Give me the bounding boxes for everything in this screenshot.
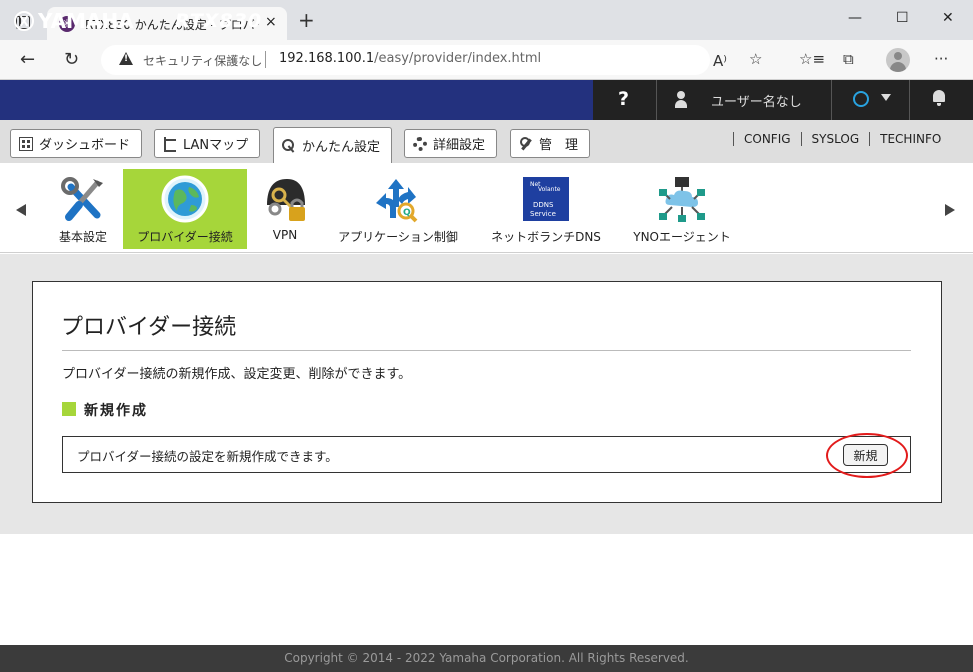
- tab-dashboard[interactable]: ダッシュボード: [10, 129, 142, 158]
- page-description: プロバイダー接続の新規作成、設定変更、削除ができます。: [62, 367, 412, 382]
- help-icon[interactable]: ?: [618, 88, 629, 110]
- tab-label: 管 理: [539, 138, 579, 153]
- url-separator: [265, 51, 266, 68]
- yamaha-mark-icon: [14, 11, 34, 31]
- address-bar: ← ↻ セキュリティ保護なし 192.168.100.1/easy/provid…: [0, 40, 973, 80]
- tab-management[interactable]: 管 理: [510, 129, 590, 158]
- globe-icon: [161, 175, 209, 223]
- ddns-logo-text: DDNS: [533, 201, 554, 209]
- easy-setup-icon: [282, 138, 296, 153]
- lan-map-icon: [163, 136, 177, 152]
- scroll-right-icon[interactable]: [945, 204, 955, 216]
- close-tab-icon[interactable]: ×: [265, 14, 277, 30]
- subnav-label: 基本設定: [58, 230, 107, 244]
- profile-avatar[interactable]: [886, 48, 910, 72]
- subnav-label: プロバイダー接続: [137, 230, 233, 244]
- dashboard-icon: [19, 136, 33, 151]
- maximize-icon[interactable]: ☐: [896, 10, 909, 26]
- url-field[interactable]: セキュリティ保護なし 192.168.100.1/easy/provider/i…: [101, 45, 727, 75]
- subnav-netvolante-dns[interactable]: Net Volante DDNS Service ネットボランチDNS: [484, 169, 608, 249]
- vpn-lock-icon: [267, 179, 305, 221]
- new-connection-text: プロバイダー接続の設定を新規作成できます。: [77, 449, 338, 464]
- tab-label: LANマップ: [183, 138, 249, 153]
- tab-label: 詳細設定: [433, 138, 486, 153]
- model-name: RTX830: [175, 10, 263, 32]
- section-title: 新規作成: [84, 403, 148, 419]
- subnav-basic-settings[interactable]: 基本設定: [48, 169, 118, 249]
- chevron-down-icon[interactable]: [881, 94, 891, 101]
- network-icon: [659, 177, 705, 222]
- minimize-icon[interactable]: —: [848, 10, 862, 26]
- top-links: CONFIG SYSLOG TECHINFO: [733, 132, 951, 146]
- collections-icon[interactable]: ⧉: [843, 50, 854, 68]
- close-window-icon[interactable]: ✕: [942, 10, 954, 26]
- gear-icon: [413, 136, 427, 151]
- bell-icon[interactable]: [932, 90, 946, 106]
- back-icon[interactable]: ←: [20, 49, 35, 70]
- tab-easy-setup[interactable]: かんたん設定: [273, 127, 392, 163]
- svg-text:Q: Q: [403, 208, 411, 218]
- title-divider: [62, 350, 911, 351]
- subnav-application-control[interactable]: Q アプリケーション制御: [330, 169, 466, 249]
- tab-label: ダッシュボード: [39, 138, 131, 153]
- tab-lan-map[interactable]: LANマップ: [154, 129, 260, 158]
- tools-icon: [61, 177, 103, 221]
- tab-advanced-settings[interactable]: 詳細設定: [404, 129, 497, 158]
- subnav-label: アプリケーション制御: [338, 230, 458, 244]
- scroll-left-icon[interactable]: [16, 204, 26, 216]
- brand-text: YAMAHA: [38, 9, 134, 33]
- tab-label: かんたん設定: [302, 140, 381, 155]
- header-divider: [909, 80, 910, 120]
- subnav-label: VPN: [272, 228, 298, 242]
- techinfo-link[interactable]: TECHINFO: [869, 132, 951, 146]
- warning-icon: [119, 52, 133, 65]
- ddns-logo-text: Service: [530, 210, 556, 218]
- wrench-icon: [519, 136, 533, 151]
- subnav-provider-connection[interactable]: プロバイダー接続: [123, 169, 247, 249]
- security-label[interactable]: セキュリティ保護なし: [143, 52, 262, 69]
- subnav-label: ネットボランチDNS: [491, 230, 601, 244]
- subnav-label: YNOエージェント: [633, 230, 731, 244]
- url-text[interactable]: 192.168.100.1/easy/provider/index.html: [279, 51, 541, 66]
- new-button[interactable]: 新規: [843, 444, 888, 466]
- new-tab-icon[interactable]: +: [298, 10, 315, 30]
- url-path: /easy/provider/index.html: [374, 51, 542, 66]
- new-connection-box: プロバイダー接続の設定を新規作成できます。 新規: [62, 436, 911, 473]
- subnav-vpn[interactable]: VPN: [256, 169, 314, 249]
- app-control-icon: Q: [376, 179, 418, 223]
- user-name[interactable]: ユーザー名なし: [711, 91, 802, 110]
- config-link[interactable]: CONFIG: [733, 132, 801, 146]
- header-divider: [831, 80, 832, 120]
- reload-icon[interactable]: ↻: [64, 49, 79, 70]
- read-aloud-icon[interactable]: A⁾: [713, 52, 727, 70]
- ddns-icon: Net Volante DDNS Service: [523, 177, 569, 221]
- favorites-icon[interactable]: ☆≡: [799, 50, 825, 68]
- url-host: 192.168.100.1: [279, 51, 375, 66]
- footer-copyright: Copyright © 2014 - 2022 Yamaha Corporati…: [0, 645, 973, 672]
- add-favorite-icon[interactable]: ☆: [749, 50, 762, 68]
- status-circle-icon[interactable]: [853, 91, 869, 107]
- subnav-yno-agent[interactable]: YNOエージェント: [624, 169, 740, 249]
- page-title: プロバイダー接続: [61, 315, 237, 340]
- yamaha-logo: YAMAHA: [14, 9, 134, 33]
- syslog-link[interactable]: SYSLOG: [800, 132, 870, 146]
- header-divider: [656, 80, 657, 120]
- ddns-logo-text: Volante: [538, 186, 561, 193]
- user-icon: [675, 91, 687, 108]
- section-marker: [62, 402, 76, 416]
- more-icon[interactable]: ···: [934, 50, 948, 68]
